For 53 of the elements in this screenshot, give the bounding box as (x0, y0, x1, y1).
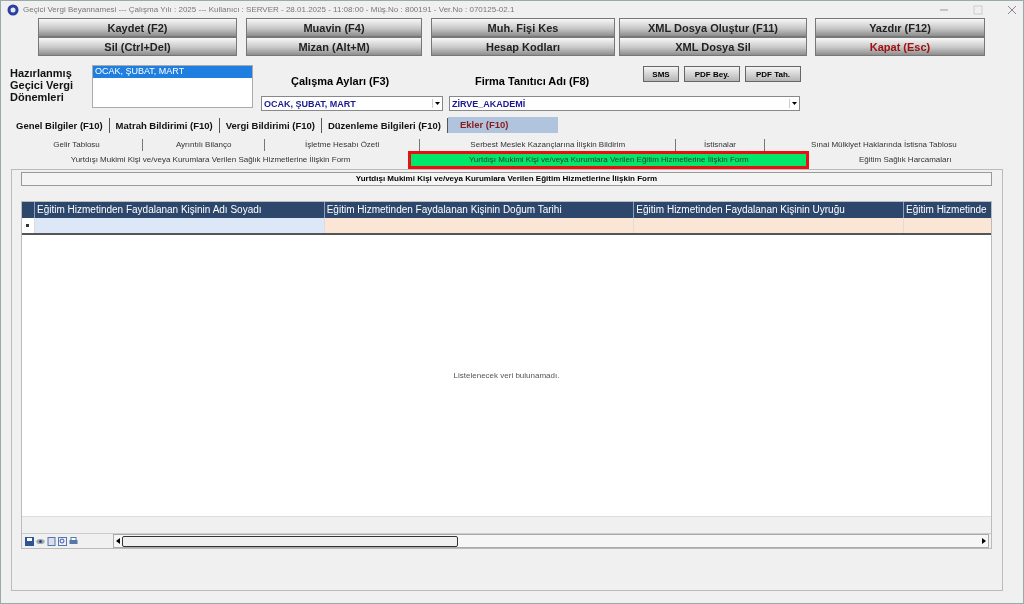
toolbar-button[interactable]: Muh. Fişi Kes (431, 18, 615, 37)
tab[interactable]: Ayrıntılı Bilanço (143, 138, 266, 151)
table-cell[interactable] (903, 218, 991, 233)
action-button[interactable]: SMS (643, 66, 679, 82)
window-title: Geçici Vergi Beyannamesi --- Çalışma Yılı : 2025 --- Kullanıcı : SERVER - 28.01.2025 - 11:08:00 - Müş.No : 800191 - Ver.No : 070125-02.1 (23, 5, 515, 14)
list-item[interactable]: OCAK, ŞUBAT, MART (93, 66, 252, 78)
form-title: Yurtdışı Mukimi Kişi ve/veya Kurumlara Verilen Eğitim Hizmetlerine İlişkin Form (21, 172, 992, 186)
save-icon[interactable] (25, 536, 34, 546)
action-button[interactable]: PDF Bey. (684, 66, 740, 82)
months-dropdown[interactable]: OCAK, ŞUBAT, MART (261, 96, 443, 111)
tab[interactable]: Genel Bilgiler (F10) (10, 118, 110, 133)
tab[interactable]: İşletme Hesabı Özeti (265, 138, 421, 151)
months-label: Çalışma Ayları (F3) (290, 74, 391, 89)
tab[interactable]: Sınai Mülkiyet Haklarında İstisna Tablosu (764, 138, 1003, 151)
toolbar-button[interactable]: Kapat (Esc) (815, 37, 985, 56)
app-icon (7, 3, 19, 16)
document-icon[interactable] (47, 536, 56, 546)
table-cell[interactable] (323, 218, 634, 233)
firm-dropdown[interactable]: ZİRVE_AKADEMİ (449, 96, 800, 111)
toolbar-button[interactable]: XML Dosya Oluştur (F11) (619, 18, 807, 37)
tab[interactable]: Matrah Bildirimi (F10) (109, 118, 220, 133)
tab[interactable]: Gelir Tablosu (11, 138, 144, 151)
tab[interactable]: Vergi Bildirimi (F10) (219, 118, 322, 133)
zoom-icon[interactable] (58, 536, 67, 546)
tab[interactable]: Yurtdışı Mukimi Kişi ve/veya Kurumlara Verilen Sağlık Hizmetlerine İlişkin Form (11, 153, 411, 166)
printer-icon[interactable] (69, 536, 78, 546)
dropdown-arrow-icon[interactable] (789, 99, 799, 108)
horizontal-scrollbar[interactable] (113, 534, 989, 548)
dropdown-arrow-icon[interactable] (432, 99, 442, 108)
toolbar-button[interactable]: Sil (Ctrl+Del) (38, 37, 237, 56)
tab[interactable]: Serbest Meslek Kazançlarına İlişkin Bildirim (420, 138, 677, 151)
tab[interactable]: Düzenleme Bilgileri (F10) (321, 118, 448, 133)
toolbar-button[interactable]: Kaydet (F2) (38, 18, 237, 37)
toolbar-button[interactable]: Hesap Kodları (431, 37, 615, 56)
tab[interactable]: Ekler (F10) (447, 117, 558, 133)
firm-label: Firma Tanıtıcı Adı (F8) (474, 74, 591, 89)
eye-icon[interactable] (36, 536, 45, 546)
action-button[interactable]: PDF Tah. (745, 66, 801, 82)
row-indicator-icon (26, 224, 30, 227)
toolbar-button[interactable]: Mizan (Alt+M) (246, 37, 422, 56)
tab[interactable]: İstisnalar (676, 138, 765, 151)
table-cell[interactable] (34, 218, 324, 233)
toolbar-button[interactable]: Muavin (F4) (246, 18, 422, 37)
periods-label: Hazırlanmış Geçici Vergi Dönemleri (10, 66, 74, 105)
table-cell[interactable] (633, 218, 904, 233)
close-icon[interactable] (1007, 4, 1017, 15)
empty-message: Listelenecek veri bulunamadı. (453, 371, 560, 380)
toolbar-button[interactable]: Yazdır (F12) (815, 18, 985, 37)
toolbar-button[interactable]: XML Dosya Sil (619, 37, 807, 56)
scroll-right-icon[interactable] (980, 536, 988, 546)
tab[interactable]: Eğitim Sağlık Harcamaları (807, 153, 1003, 166)
periods-list[interactable]: OCAK, ŞUBAT, MART (92, 65, 253, 108)
tab[interactable]: Yurtdışı Mukimi Kişi ve/veya Kurumlara Verilen Eğitim Hizmetlerine İlişkin Form (410, 152, 808, 167)
